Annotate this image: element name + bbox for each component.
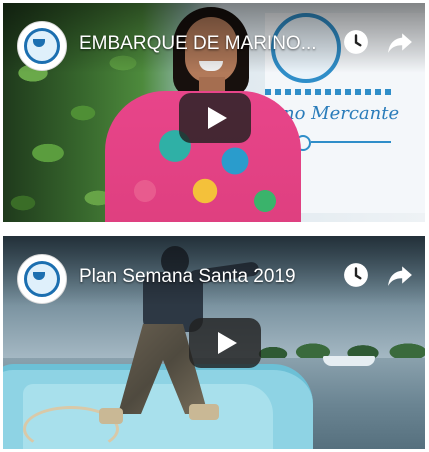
banner-text: no Mercante	[283, 103, 400, 124]
channel-emblem-icon	[24, 261, 60, 297]
person-boot-right	[189, 404, 219, 420]
clock-icon[interactable]	[343, 262, 369, 288]
distant-boat	[323, 356, 375, 366]
play-icon	[217, 332, 237, 354]
channel-avatar[interactable]	[17, 21, 67, 71]
channel-avatar[interactable]	[17, 254, 67, 304]
banner-rope	[265, 89, 395, 95]
clock-icon[interactable]	[343, 29, 369, 55]
person-boot-left	[99, 408, 123, 424]
video-player-semana-santa[interactable]: Plan Semana Santa 2019	[3, 236, 425, 449]
share-arrow-icon[interactable]	[387, 262, 413, 288]
play-icon	[207, 107, 227, 129]
video-title[interactable]: Plan Semana Santa 2019	[79, 266, 341, 288]
share-arrow-icon[interactable]	[387, 29, 413, 55]
banner-line	[311, 141, 391, 143]
video-player-embarque[interactable]: no Mercante EMBARQUE DE MARINO...	[3, 3, 425, 222]
channel-emblem-icon	[24, 28, 60, 64]
video-title[interactable]: EMBARQUE DE MARINO...	[79, 33, 341, 55]
play-button[interactable]	[179, 93, 251, 143]
play-button[interactable]	[189, 318, 261, 368]
